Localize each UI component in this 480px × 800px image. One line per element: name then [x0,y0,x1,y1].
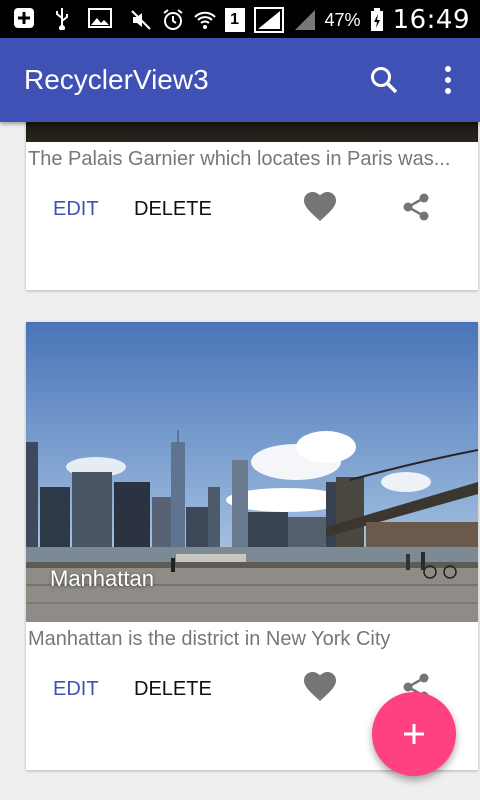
clock-time: 16:49 [392,5,470,35]
favorite-button[interactable] [303,190,337,224]
search-button[interactable] [366,62,402,98]
usb-icon [50,6,74,30]
delete-button[interactable]: DELETE [134,198,212,221]
card-description: The Palais Garnier which locates in Pari… [28,148,451,170]
delete-button[interactable]: DELETE [134,678,212,701]
alarm-icon [161,8,185,32]
heart-icon [304,672,336,701]
search-icon [371,67,398,94]
overflow-menu-button[interactable] [430,62,466,98]
manhattan-photo: Manhattan [26,322,478,622]
mute-icon [129,8,153,32]
card-description: Manhattan is the district in New York Ci… [28,628,391,650]
plus-icon [404,724,424,744]
edit-button[interactable]: EDIT [53,198,99,221]
edit-button[interactable]: EDIT [53,678,99,701]
battery-percent: 47% [324,9,361,30]
list-item[interactable]: The Palais Garnier which locates in Pari… [26,122,478,290]
card-title: Manhattan [50,566,154,591]
add-fab-button[interactable] [372,692,456,776]
status-bar: 1 47% 16:49 [0,0,480,38]
signal-empty-icon [293,8,317,32]
share-button[interactable] [399,190,433,224]
sim-badge: 1 [224,8,245,32]
favorite-button[interactable] [303,670,337,704]
heart-icon [304,192,336,221]
share-icon [403,193,429,221]
signal-icon [253,7,285,33]
app-toolbar: RecyclerView3 [0,38,480,122]
app-title: RecyclerView3 [24,64,209,95]
more-vert-icon [445,66,451,94]
card-image [26,122,478,142]
add-notification-icon [12,6,36,30]
battery-icon [369,8,385,32]
image-icon [88,6,112,30]
wifi-icon [193,8,217,32]
